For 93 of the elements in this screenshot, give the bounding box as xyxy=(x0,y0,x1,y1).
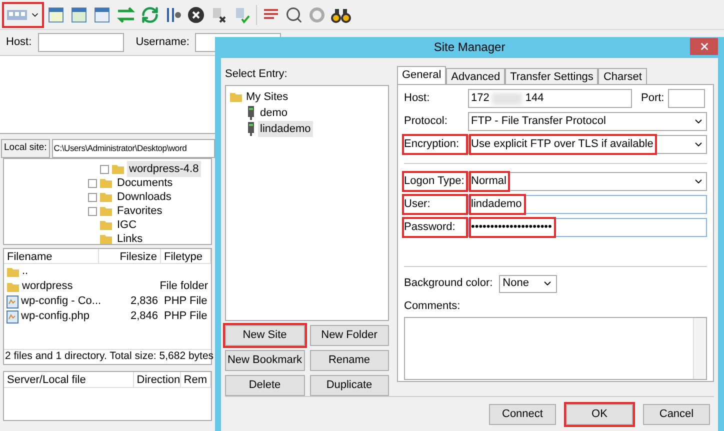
site-manager-button[interactable] xyxy=(4,4,42,26)
tree-item[interactable]: Documents xyxy=(115,174,175,192)
comments-field[interactable] xyxy=(404,317,707,380)
field-label: Host: xyxy=(404,91,431,106)
disconnect-icon[interactable] xyxy=(210,6,228,24)
local-path-field[interactable]: C:\Users\Administrator\Desktop\word xyxy=(52,138,215,158)
local-site-label: Local site: xyxy=(1,138,50,158)
expand-icon[interactable] xyxy=(88,192,97,202)
column-header[interactable]: Direction xyxy=(134,372,181,387)
file-size: 2,836 xyxy=(130,295,158,308)
dialog-button[interactable]: Delete xyxy=(225,375,304,396)
dialog-button[interactable]: Cancel xyxy=(643,404,710,424)
field-label: Protocol: xyxy=(404,114,448,130)
tree-item[interactable]: demo xyxy=(258,104,290,122)
tab[interactable]: Charset xyxy=(598,68,647,84)
column-header[interactable]: Rem xyxy=(180,372,211,387)
field-value: ••••••••••••••••••••• xyxy=(471,219,554,236)
dialog-button[interactable]: New Bookmark xyxy=(225,350,304,371)
dropdown[interactable]: FTP - File Transfer Protocol xyxy=(468,112,707,131)
close-button[interactable] xyxy=(690,38,718,55)
field-label: Logon Type: xyxy=(404,173,466,190)
select-entry-label: Select Entry: xyxy=(225,66,288,82)
tab[interactable]: Advanced xyxy=(446,68,506,84)
file-type: PHP File xyxy=(164,310,208,322)
expand-icon[interactable] xyxy=(88,206,97,216)
host-field[interactable] xyxy=(38,33,124,52)
port-field[interactable] xyxy=(668,89,706,108)
column-header[interactable]: Filesize xyxy=(99,249,161,263)
dropdown[interactable]: Use explicit FTP over TLS if available xyxy=(468,135,707,154)
field-value: 172 xyxy=(471,91,490,106)
expand-icon[interactable] xyxy=(88,178,97,188)
field-value: 144 xyxy=(525,91,544,106)
dialog-button[interactable]: New Site xyxy=(225,325,304,346)
folder-icon xyxy=(111,162,125,176)
tree-item[interactable]: wordpress-4.8 xyxy=(127,160,201,178)
dialog-button[interactable]: Rename xyxy=(310,350,389,371)
transfer-arrows-icon[interactable] xyxy=(116,6,136,24)
folder-icon xyxy=(99,190,113,204)
file-type: PHP File xyxy=(164,295,208,308)
tree-item[interactable]: Downloads xyxy=(115,188,174,206)
status-text: 2 files and 1 directory. Total size: 5,682 bytes xyxy=(4,349,215,364)
tree-item[interactable]: IGC xyxy=(115,216,139,234)
file-icon xyxy=(6,310,19,324)
column-header[interactable]: Filetype xyxy=(161,249,211,263)
dialog-button[interactable]: OK xyxy=(566,404,633,424)
field-label: Port: xyxy=(641,91,664,106)
host-label: Host: xyxy=(6,35,32,50)
reconnect-icon[interactable] xyxy=(233,6,251,24)
folder-icon xyxy=(99,232,113,246)
expand-icon[interactable] xyxy=(100,164,109,174)
tree-item[interactable]: My Sites xyxy=(246,88,288,106)
field-value: lindademo xyxy=(471,196,524,213)
tree-item[interactable]: lindademo xyxy=(258,120,313,138)
scrollbar[interactable] xyxy=(693,318,706,379)
field-label: Background color: xyxy=(404,276,493,292)
dropdown[interactable]: None xyxy=(498,274,557,292)
refresh-icon[interactable] xyxy=(141,6,159,24)
tree-item[interactable]: Links xyxy=(115,230,145,248)
cancel-icon[interactable] xyxy=(187,6,205,24)
file-name[interactable]: wp-config - Co... xyxy=(21,293,102,310)
search-icon[interactable] xyxy=(285,6,303,24)
close-icon xyxy=(698,41,710,52)
field-label: Encryption: xyxy=(404,136,466,153)
username-label: Username: xyxy=(136,35,190,50)
field-label: Password: xyxy=(404,219,466,236)
host-field[interactable]: 172 144 xyxy=(468,89,632,108)
file-name[interactable]: .. xyxy=(22,263,28,280)
folder-icon xyxy=(99,218,113,232)
tree-item[interactable]: Favorites xyxy=(115,202,164,220)
folder-icon xyxy=(229,90,243,104)
tab[interactable]: Transfer Settings xyxy=(505,68,598,84)
folder-icon xyxy=(99,176,113,190)
field-value: Use explicit FTP over TLS if available xyxy=(471,136,656,153)
file-icon xyxy=(6,294,19,308)
field-value: FTP - File Transfer Protocol xyxy=(471,114,607,130)
file-type: File folder xyxy=(160,280,208,292)
dialog-button[interactable]: Duplicate xyxy=(310,375,389,396)
file-name[interactable]: wp-config.php xyxy=(21,308,90,325)
dropdown[interactable]: Normal xyxy=(468,172,707,191)
tab[interactable]: General xyxy=(397,66,446,84)
column-header[interactable]: Server/Local file xyxy=(4,372,134,387)
password-field[interactable]: ••••••••••••••••••••• xyxy=(468,218,707,237)
window-title: Site Manager xyxy=(434,39,506,56)
text-field[interactable]: lindademo xyxy=(468,195,707,214)
field-label: User: xyxy=(404,196,466,213)
field-value: Normal xyxy=(471,173,508,190)
file-name[interactable]: wordpress xyxy=(22,278,73,295)
column-header[interactable]: Filename xyxy=(4,249,99,263)
dialog-button[interactable]: Connect xyxy=(489,404,556,424)
field-label: Comments: xyxy=(404,298,462,314)
dialog-button[interactable]: New Folder xyxy=(310,325,389,346)
file-size: 2,846 xyxy=(130,310,158,322)
folder-icon xyxy=(99,204,113,218)
